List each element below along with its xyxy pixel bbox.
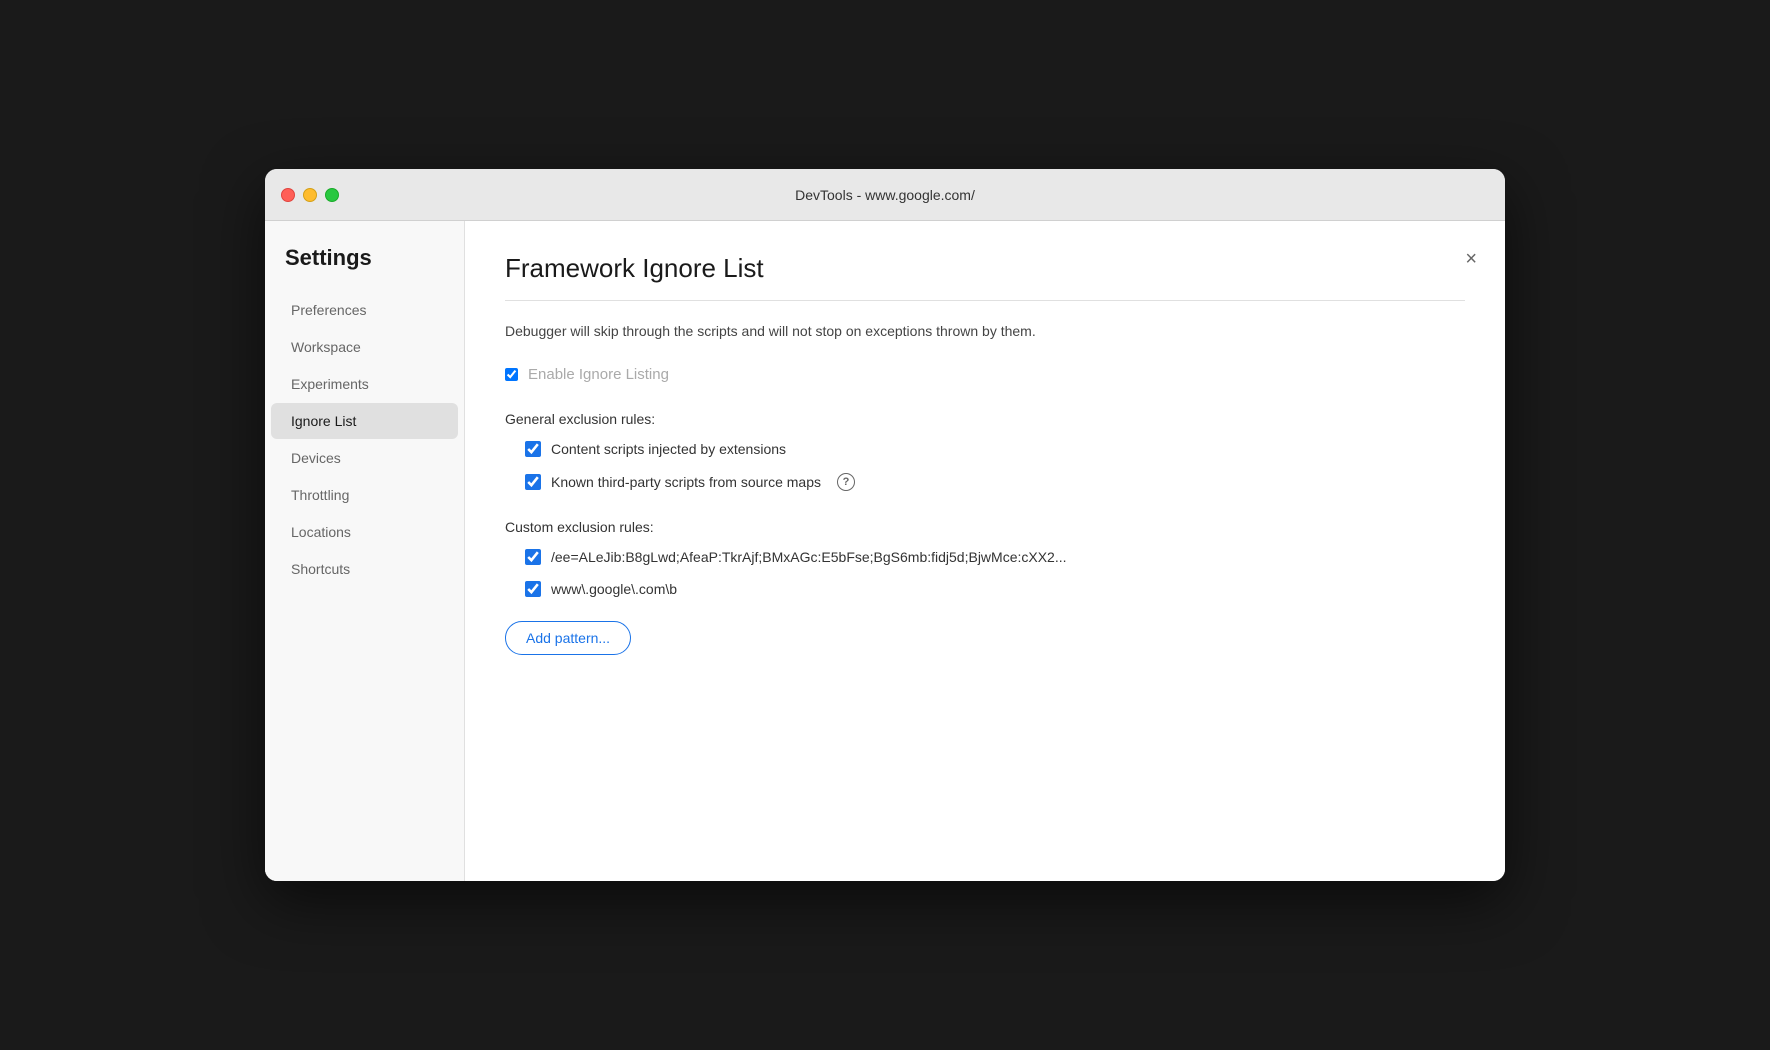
- content-area: Settings Preferences Workspace Experimen…: [265, 221, 1505, 881]
- general-exclusion-section: General exclusion rules: Content scripts…: [505, 411, 1465, 491]
- enable-ignore-listing-row: Enable Ignore Listing: [505, 366, 1465, 383]
- sidebar: Settings Preferences Workspace Experimen…: [265, 221, 465, 881]
- general-exclusion-label: General exclusion rules:: [505, 411, 1465, 427]
- general-rule-1-row: Content scripts injected by extensions: [525, 441, 1465, 457]
- close-button[interactable]: ×: [1461, 245, 1481, 273]
- sidebar-item-experiments[interactable]: Experiments: [271, 366, 458, 402]
- titlebar-title: DevTools - www.google.com/: [795, 187, 975, 203]
- main-panel: × Framework Ignore List Debugger will sk…: [465, 221, 1505, 881]
- sidebar-item-workspace[interactable]: Workspace: [271, 329, 458, 365]
- description-text: Debugger will skip through the scripts a…: [505, 321, 1465, 342]
- custom-rule-2-label: www\.google\.com\b: [551, 581, 677, 597]
- sidebar-heading: Settings: [265, 245, 464, 291]
- content-scripts-label: Content scripts injected by extensions: [551, 441, 786, 457]
- custom-rule-2-row: www\.google\.com\b: [525, 581, 1465, 597]
- sidebar-item-throttling[interactable]: Throttling: [271, 477, 458, 513]
- custom-rule-1-row: /ee=ALeJib:B8gLwd;AfeaP:TkrAjf;BMxAGc:E5…: [525, 549, 1465, 565]
- custom-rules-list: /ee=ALeJib:B8gLwd;AfeaP:TkrAjf;BMxAGc:E5…: [505, 549, 1465, 597]
- enable-ignore-listing-checkbox[interactable]: [505, 368, 518, 381]
- close-traffic-light[interactable]: [281, 188, 295, 202]
- custom-rule-1-label: /ee=ALeJib:B8gLwd;AfeaP:TkrAjf;BMxAGc:E5…: [551, 549, 1067, 565]
- custom-rule-1-checkbox[interactable]: [525, 549, 541, 565]
- add-pattern-button[interactable]: Add pattern...: [505, 621, 631, 655]
- third-party-scripts-checkbox[interactable]: [525, 474, 541, 490]
- traffic-lights: [281, 188, 339, 202]
- third-party-scripts-label: Known third-party scripts from source ma…: [551, 474, 821, 490]
- content-scripts-checkbox[interactable]: [525, 441, 541, 457]
- sidebar-item-ignore-list[interactable]: Ignore List: [271, 403, 458, 439]
- general-rule-2-row: Known third-party scripts from source ma…: [525, 473, 1465, 491]
- custom-exclusion-section: Custom exclusion rules: /ee=ALeJib:B8gLw…: [505, 519, 1465, 655]
- sidebar-item-devices[interactable]: Devices: [271, 440, 458, 476]
- sidebar-item-shortcuts[interactable]: Shortcuts: [271, 551, 458, 587]
- enable-ignore-listing-label: Enable Ignore Listing: [528, 366, 669, 383]
- minimize-traffic-light[interactable]: [303, 188, 317, 202]
- custom-rule-2-checkbox[interactable]: [525, 581, 541, 597]
- titlebar: DevTools - www.google.com/: [265, 169, 1505, 221]
- info-icon[interactable]: ?: [837, 473, 855, 491]
- page-title: Framework Ignore List: [505, 253, 1465, 284]
- custom-exclusion-label: Custom exclusion rules:: [505, 519, 1465, 535]
- sidebar-item-preferences[interactable]: Preferences: [271, 292, 458, 328]
- title-divider: [505, 300, 1465, 301]
- sidebar-item-locations[interactable]: Locations: [271, 514, 458, 550]
- devtools-window: DevTools - www.google.com/ Settings Pref…: [265, 169, 1505, 881]
- general-rules-list: Content scripts injected by extensions K…: [505, 441, 1465, 491]
- maximize-traffic-light[interactable]: [325, 188, 339, 202]
